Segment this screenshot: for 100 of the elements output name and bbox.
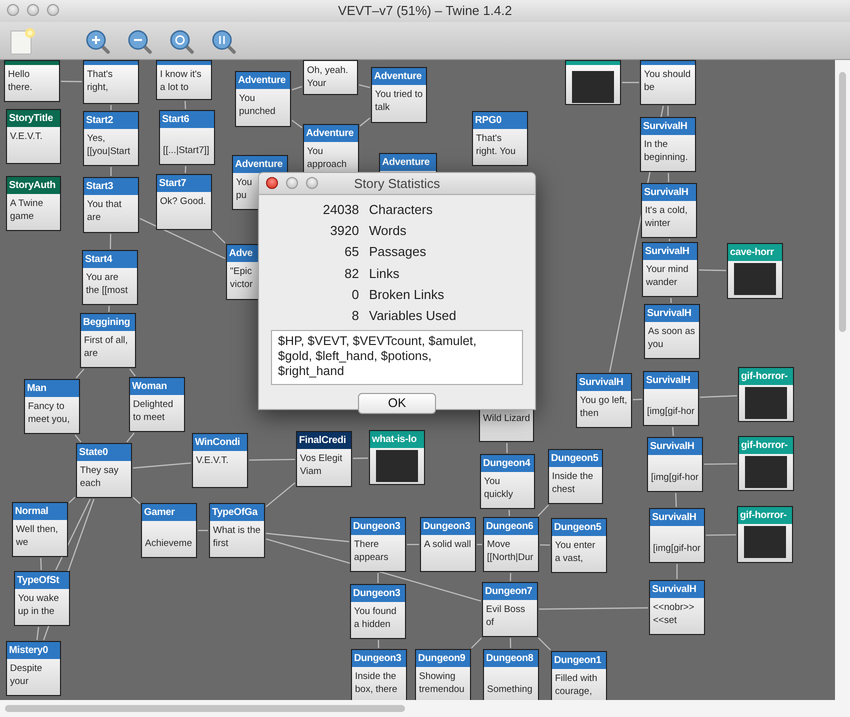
passage-excerpt: A solid wall — [423, 538, 472, 552]
passage-title: TypeOfGa — [210, 504, 264, 521]
passage-title: Mistery0 — [7, 642, 60, 659]
passage-excerpt: A Twine game — [9, 197, 44, 224]
passage-title: Beggining — [81, 314, 135, 331]
passage-title: WinCondi — [193, 434, 247, 451]
passage-excerpt: You quickly — [483, 475, 514, 502]
variables-list: $HP, $VEVT, $VEVTcount, $amulet, $gold, $left_hand, $potions, $right_hand — [271, 330, 523, 386]
passage-title: Dungeon3 — [352, 650, 406, 667]
passage-title: FinalCredi — [297, 432, 351, 449]
passage-title: SurvivalH — [641, 118, 695, 135]
window-title: VEVT–v7 (51%) – Twine 1.4.2 — [338, 2, 512, 20]
passage-excerpt: It's a cold, winter — [644, 204, 688, 231]
passage-title: Dungeon4 — [481, 455, 534, 472]
passage-title: Dungeon3 — [421, 518, 475, 535]
passage-title: Start6 — [160, 111, 214, 128]
passage-excerpt: You pu — [235, 176, 254, 203]
passage-title: Adventure — [236, 72, 290, 89]
passage-title: SurvivalH — [648, 438, 702, 455]
passage-excerpt: You wake up in the — [17, 592, 60, 619]
passage-title: Dungeon3 — [351, 585, 405, 602]
passage-title: gif-horror- — [739, 368, 793, 385]
passage-title: what-is-lo — [370, 431, 424, 448]
passage-title: Gamer — [142, 504, 196, 521]
passage-title: Man — [25, 380, 79, 397]
passage-title: Start4 — [83, 251, 137, 268]
passage-title: Dungeon5 — [549, 450, 602, 467]
passage-excerpt: You enter a vast, — [554, 539, 596, 566]
passage-title: Dungeon7 — [483, 583, 537, 600]
passage-excerpt: First of all, are — [83, 334, 129, 361]
passage-title: SurvivalH — [642, 184, 696, 201]
passage-excerpt: You tried to talk — [374, 88, 424, 115]
passage-excerpt: [[...|Start7]] — [162, 144, 210, 158]
statistic-line: 24038 Characters — [322, 201, 433, 219]
passage-excerpt: You punched — [238, 92, 276, 119]
passage-excerpt: Despite your — [9, 662, 44, 689]
passage-excerpt: "Epic victor — [229, 265, 254, 292]
passage-title: SurvivalH — [645, 305, 699, 322]
passage-title: StoryTitle — [7, 110, 60, 127]
passage-excerpt: Ok? Good. — [159, 195, 207, 209]
passage-excerpt: Filled with courage, — [554, 672, 598, 699]
passage-excerpt: Wild Lizard — [482, 412, 531, 426]
passage-title: TypeOfSt — [15, 572, 69, 589]
passage-title: Normal — [13, 503, 67, 520]
passage-title: Woman — [130, 378, 184, 395]
passage-title: StoryAuth — [7, 177, 60, 194]
statistic-line: 0 Broken Links — [350, 286, 444, 304]
passage-excerpt: Hello there. — [7, 68, 34, 95]
passage-excerpt: What is the first — [212, 524, 262, 551]
passage-excerpt: Fancy to meet you, — [27, 400, 71, 427]
statistic-line: 8 Variables Used — [350, 306, 456, 325]
passage-excerpt: As soon as you — [647, 325, 696, 352]
passage-excerpt: Inside the box, there — [354, 670, 398, 697]
passage-excerpt: You are the [[most — [85, 271, 129, 298]
passage-title: Start3 — [84, 178, 138, 195]
passage-title: Dungeon5 — [552, 519, 606, 536]
passage-title: SurvivalH — [650, 509, 704, 526]
passage-title: State0 — [77, 444, 131, 461]
passage-excerpt: <<nobr>> <<set — [652, 601, 696, 628]
passage-title: SurvivalH — [643, 243, 697, 260]
passage-title: gif-horror- — [739, 437, 793, 454]
passage-excerpt: V.E.V.T. — [9, 130, 44, 144]
passage-title: SurvivalH — [577, 374, 631, 391]
passage-title: cave-horr — [728, 244, 782, 261]
passage-title: Dungeon3 — [351, 518, 405, 535]
passage-excerpt: You that are — [86, 198, 123, 225]
passage-excerpt: I know it's a lot to — [159, 68, 202, 95]
passage-excerpt: [img[gif-hor — [652, 542, 702, 556]
passage-excerpt: [img[gif-hor — [646, 405, 696, 419]
passage-excerpt: In the beginning. — [643, 138, 689, 165]
passage-excerpt: That's right. You — [475, 132, 517, 159]
passage-title: Start7 — [157, 175, 211, 192]
passage-excerpt: Delighted to meet — [132, 398, 174, 425]
passage-title: gif-horror- — [738, 507, 792, 524]
passage-title: Adventure — [304, 125, 358, 142]
passage-excerpt: You go left, then — [579, 394, 628, 421]
passage-excerpt: There appears — [353, 538, 390, 565]
passage-title: RPG0 — [473, 112, 527, 129]
passage-excerpt: Inside the chest — [551, 470, 594, 497]
passage-excerpt: Evil Boss of — [485, 603, 526, 630]
statistic-line: 82 Links — [344, 264, 400, 283]
passage-excerpt: Achieveme — [144, 537, 193, 551]
passage-excerpt: Yes, [[you|Start — [86, 132, 132, 159]
passage-title: Dungeon1 — [552, 652, 606, 669]
passage-excerpt: Showing tremendou — [418, 670, 466, 697]
statistic-line: 65 Passages — [344, 243, 426, 262]
passage-excerpt: You found a hidden — [353, 605, 398, 632]
passage-title: SurvivalH — [644, 372, 698, 389]
passage-excerpt: Move [[North|Dur — [486, 538, 534, 565]
passage-title: Adventure — [372, 68, 426, 85]
passage-excerpt: That's right, — [86, 68, 114, 95]
passage-excerpt: Well then, we — [15, 523, 60, 550]
passage-excerpt: Your mind wander — [645, 263, 690, 290]
passage-excerpt: [img[gif-hor — [650, 471, 700, 485]
passage-excerpt: Oh, yeah. Your — [306, 64, 350, 91]
passage-title: SurvivalH — [650, 581, 704, 598]
passage-excerpt: Something — [486, 683, 534, 697]
passage-title: Dungeon8 — [484, 650, 538, 667]
passage-excerpt: Vos Elegit Viam — [299, 452, 344, 479]
passage-excerpt: You should be — [643, 68, 692, 95]
